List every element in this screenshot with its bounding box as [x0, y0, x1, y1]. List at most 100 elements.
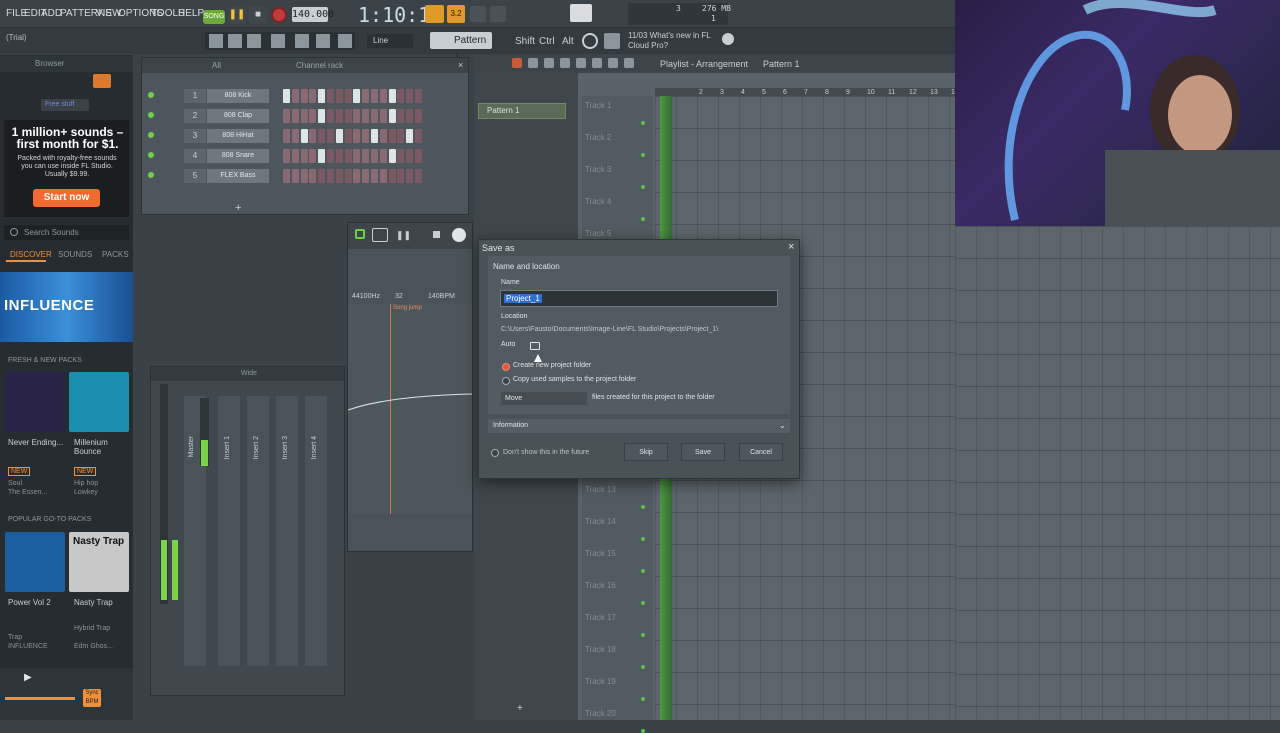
step-button[interactable] [309, 89, 317, 103]
step-button[interactable] [309, 169, 317, 183]
track-label[interactable]: Track 20 [585, 709, 616, 718]
track-mute-led[interactable] [641, 185, 645, 189]
step-button[interactable] [406, 129, 414, 143]
pack-art-millenium-bounce[interactable] [69, 372, 129, 432]
pack-name[interactable]: Never Ending... [8, 438, 70, 447]
track-label[interactable]: Track 17 [585, 613, 616, 622]
channel-number[interactable]: 2 [184, 109, 206, 123]
channel-led[interactable] [148, 172, 154, 178]
channel-number[interactable]: 3 [184, 129, 206, 143]
step-button[interactable] [397, 109, 405, 123]
step-button[interactable] [415, 129, 422, 143]
channel-led[interactable] [148, 132, 154, 138]
step-button[interactable] [291, 129, 299, 143]
step-button[interactable] [397, 129, 405, 143]
track-label[interactable]: Track 16 [585, 581, 616, 590]
plugin-picker-icon[interactable] [316, 34, 330, 48]
pattern-list-item[interactable]: Pattern 1 [478, 103, 566, 119]
folder-icon[interactable] [530, 342, 540, 350]
mute-tool-icon[interactable] [560, 58, 570, 68]
channel-name[interactable]: 808 Snare [207, 149, 269, 163]
step-button[interactable] [379, 129, 387, 143]
preview-volume-slider[interactable] [5, 697, 75, 700]
step-button[interactable] [371, 89, 378, 103]
microphone-icon[interactable] [338, 34, 352, 48]
channel-number[interactable]: 1 [184, 89, 206, 103]
project-name-input[interactable]: Project_1 [500, 290, 778, 307]
free-stuff-link[interactable]: Free stuff [41, 99, 89, 111]
step-button[interactable] [379, 89, 387, 103]
close-news-icon[interactable] [722, 33, 734, 45]
select-tool-icon[interactable] [608, 58, 618, 68]
step-button[interactable] [371, 129, 378, 143]
option-copy-samples-label[interactable]: Copy used samples to the project folder [513, 376, 636, 383]
paint-tool-icon[interactable] [528, 58, 538, 68]
step-button[interactable] [406, 109, 414, 123]
track-label[interactable]: Track 14 [585, 517, 616, 526]
step-button[interactable] [353, 109, 361, 123]
browser-window-icon[interactable] [295, 34, 309, 48]
play-preview-icon[interactable]: ▶ [24, 672, 32, 683]
draw-tool-icon[interactable] [512, 58, 522, 68]
step-button[interactable] [415, 169, 422, 183]
step-button[interactable] [362, 109, 370, 123]
step-button[interactable] [371, 149, 378, 163]
master-volume-icon[interactable] [570, 4, 592, 22]
playlist-window-icon[interactable] [209, 34, 223, 48]
channel-row[interactable]: 5 FLEX Bass [146, 168, 464, 186]
song-mode-toggle[interactable]: SONG [203, 10, 225, 24]
countdown-button[interactable]: 3.2 [447, 5, 465, 23]
step-button[interactable] [397, 169, 405, 183]
track-mute-led[interactable] [641, 121, 645, 125]
cancel-button[interactable]: Cancel [739, 443, 783, 461]
radio-create-folder[interactable] [502, 363, 510, 371]
step-button[interactable] [300, 169, 308, 183]
track-mute-led[interactable] [641, 217, 645, 221]
step-button[interactable] [344, 149, 352, 163]
step-button[interactable] [388, 129, 396, 143]
step-button[interactable] [397, 149, 405, 163]
pack-art-never-ending[interactable] [5, 372, 65, 432]
search-sounds-input[interactable]: Search Sounds [4, 225, 129, 240]
step-button[interactable] [344, 109, 352, 123]
menu-add[interactable]: ADD [41, 8, 62, 19]
news-icon[interactable] [604, 33, 620, 49]
step-button[interactable] [388, 109, 396, 123]
track-mute-led[interactable] [641, 537, 645, 541]
step-button[interactable] [291, 109, 299, 123]
information-expander[interactable]: Information [488, 419, 790, 433]
add-track-button[interactable]: + [517, 703, 523, 714]
step-button[interactable] [300, 149, 308, 163]
tab-discover[interactable]: DISCOVER [10, 250, 52, 259]
step-button[interactable] [318, 169, 326, 183]
news-ticker[interactable]: 11/03 What's new in FL Cloud Pro? [628, 31, 711, 51]
step-button[interactable] [283, 89, 290, 103]
channel-led[interactable] [148, 152, 154, 158]
step-button[interactable] [371, 169, 378, 183]
record-button[interactable] [271, 7, 287, 23]
mixer-window-icon[interactable] [271, 34, 285, 48]
step-button[interactable] [362, 169, 370, 183]
step-button[interactable] [327, 109, 334, 123]
track-label[interactable]: Track 15 [585, 549, 616, 558]
track-label[interactable]: Track 19 [585, 677, 616, 686]
step-button[interactable] [388, 149, 396, 163]
step-button[interactable] [283, 109, 290, 123]
step-button[interactable] [318, 109, 326, 123]
step-button[interactable] [344, 89, 352, 103]
channel-number[interactable]: 5 [184, 169, 206, 183]
track-label[interactable]: Track 18 [585, 645, 616, 654]
track-label[interactable]: Track 4 [585, 197, 611, 206]
step-button[interactable] [415, 109, 422, 123]
step-button[interactable] [379, 109, 387, 123]
pause-icon[interactable]: ❚❚ [228, 6, 246, 24]
step-button[interactable] [379, 169, 387, 183]
blend-notes-icon[interactable] [470, 6, 486, 22]
track-mute-led[interactable] [641, 697, 645, 701]
channel-number[interactable]: 4 [184, 149, 206, 163]
track-label[interactable]: Track 1 [585, 101, 611, 110]
radio-copy-samples[interactable] [502, 377, 510, 385]
pack-art-nasty-trap[interactable]: Nasty Trap [69, 532, 129, 592]
pause-icon[interactable]: ❚❚ [396, 230, 411, 241]
step-button[interactable] [353, 129, 361, 143]
